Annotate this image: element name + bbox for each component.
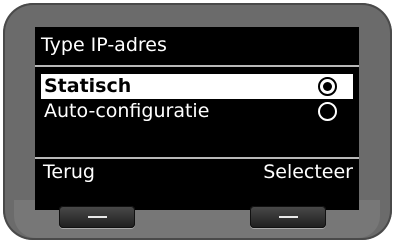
option-label: Statisch xyxy=(44,75,132,97)
softkey-right-label: Selecteer xyxy=(263,161,353,183)
dash-icon xyxy=(279,216,298,218)
right-softkey-button[interactable] xyxy=(250,206,326,228)
screen-title: Type IP-adres xyxy=(41,34,167,56)
dash-icon xyxy=(88,216,107,218)
option-statisch[interactable]: Statisch xyxy=(41,74,353,99)
phone-display: Type IP-adres Statisch Auto-configuratie… xyxy=(35,27,359,210)
radio-empty-icon xyxy=(318,102,337,121)
title-divider xyxy=(35,65,359,67)
radio-selected-icon xyxy=(318,77,337,96)
left-softkey-button[interactable] xyxy=(59,206,135,228)
softkey-left-label: Terug xyxy=(43,161,95,183)
option-auto-configuratie[interactable]: Auto-configuratie xyxy=(41,99,353,124)
option-label: Auto-configuratie xyxy=(44,100,210,122)
softkey-divider xyxy=(35,157,359,159)
